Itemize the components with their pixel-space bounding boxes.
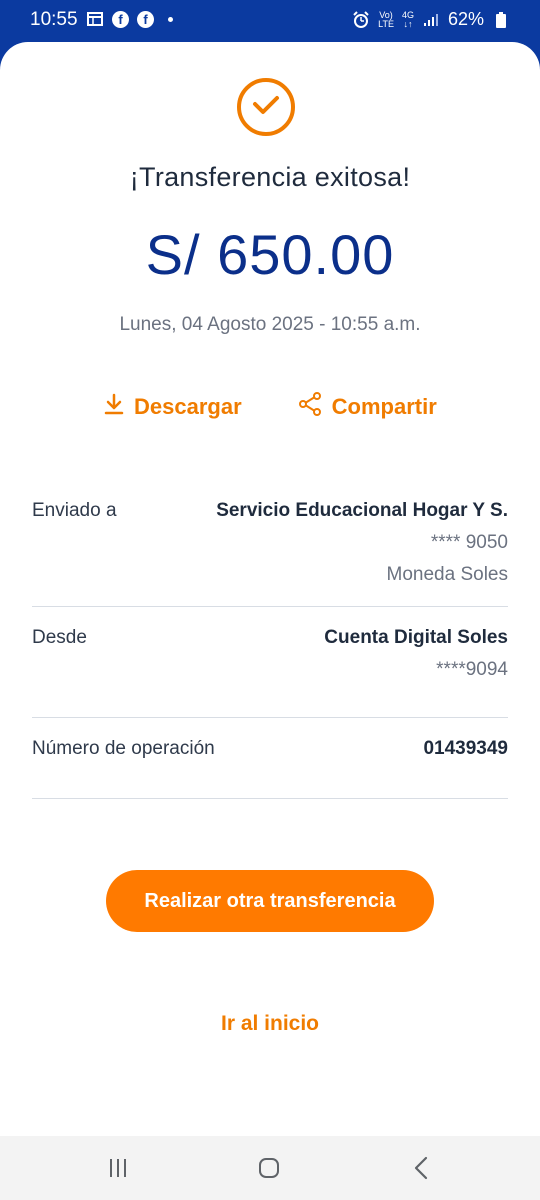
detail-row-operation: Número de operación 01439349 [32, 730, 508, 799]
operation-label: Número de operación [32, 738, 215, 759]
detail-row-sent-to: Enviado a Servicio Educacional Hogar Y S… [32, 492, 508, 607]
recipient-currency: Moneda Soles [386, 564, 508, 585]
volte-bottom-text: LTE [378, 18, 394, 29]
alarm-icon [352, 10, 370, 29]
battery-icon [492, 11, 510, 29]
sent-to-values: Servicio Educacional Hogar Y S. **** 905… [216, 500, 508, 586]
success-check-icon [237, 78, 295, 136]
volte-indicator: Vo) LTE [378, 10, 394, 29]
share-label: Compartir [331, 394, 437, 419]
download-icon [104, 393, 124, 421]
status-right: Vo) LTE 4G ↓↑ 62% [352, 9, 510, 30]
network-type-text: 4G [401, 9, 414, 20]
source-account-name: Cuenta Digital Soles [324, 627, 508, 648]
operation-values: 01439349 [423, 738, 508, 760]
success-title: ¡Transferencia exitosa! [129, 162, 411, 192]
signal-icon [422, 11, 440, 29]
data-indicator: 4G ↓↑ [401, 9, 414, 29]
status-time: 10:55 [30, 9, 78, 30]
operation-number: 01439349 [423, 738, 508, 759]
notification-icons: f f [86, 10, 173, 28]
home-icon[interactable] [259, 1158, 279, 1178]
battery-percentage: 62% [447, 9, 484, 29]
detail-row-from: Desde Cuenta Digital Soles ****9094 [32, 619, 508, 718]
go-home-link[interactable]: Ir al inicio [0, 1012, 540, 1036]
share-icon [298, 392, 322, 422]
sent-to-label: Enviado a [32, 500, 117, 521]
share-button[interactable]: Compartir [298, 392, 437, 422]
transfer-details: Enviado a Servicio Educacional Hogar Y S… [32, 492, 508, 799]
source-account-number: ****9094 [436, 659, 508, 680]
receipt-card: ¡Transferencia exitosa! S/ 650.00 Lunes,… [0, 42, 540, 1136]
recent-apps-icon[interactable] [110, 1159, 128, 1177]
download-label: Descargar [134, 394, 242, 419]
recipient-name: Servicio Educacional Hogar Y S. [216, 500, 508, 521]
from-label: Desde [32, 627, 87, 648]
more-notifications-dot [168, 16, 173, 22]
back-icon[interactable] [414, 1156, 428, 1185]
status-bar: 10:55 f f Vo) LTE 4G ↓↑ 62% [0, 0, 540, 42]
recipient-account: **** 9050 [430, 532, 508, 553]
facebook-icon: f [112, 10, 129, 28]
transfer-datetime: Lunes, 04 Agosto 2025 - 10:55 a.m. [119, 314, 421, 335]
receipt-actions: Descargar Compartir [104, 392, 437, 422]
calendar-icon [86, 10, 104, 28]
android-navigation-bar [0, 1136, 540, 1200]
download-button[interactable]: Descargar [104, 392, 242, 422]
new-transfer-button[interactable]: Realizar otra transferencia [106, 870, 434, 932]
facebook-icon: f [137, 10, 154, 28]
from-values: Cuenta Digital Soles ****9094 [324, 627, 508, 681]
transfer-amount: S/ 650.00 [145, 223, 395, 286]
